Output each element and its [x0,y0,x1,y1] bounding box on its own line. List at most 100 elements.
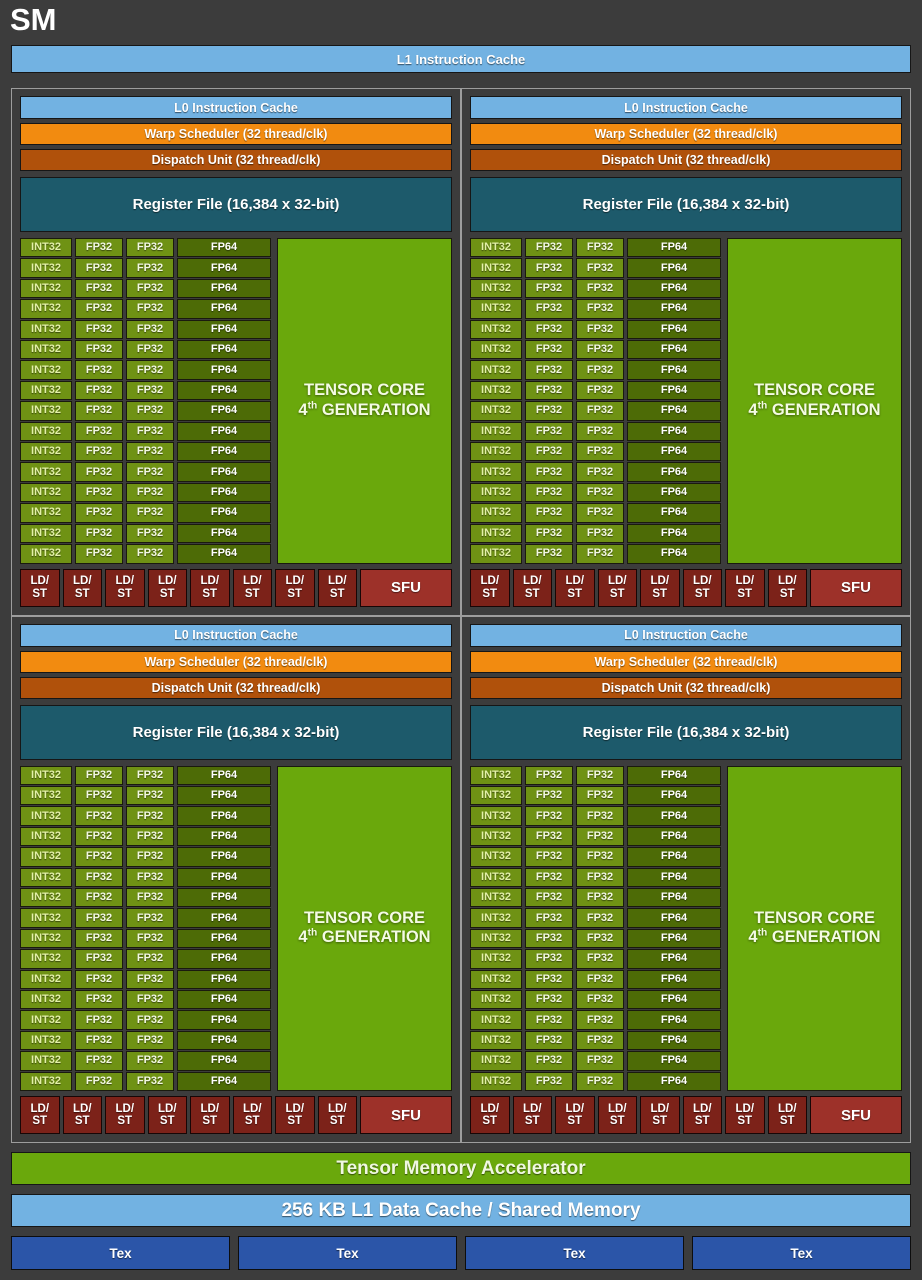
fp32-core: FP32 [126,969,174,989]
fp32-core: FP32 [126,867,174,887]
int32-core: INT32 [20,1010,72,1030]
fp64-core: FP64 [177,1051,271,1071]
fp32-core: FP32 [576,1071,624,1091]
int32-core: INT32 [20,258,72,278]
int32-core: INT32 [470,442,522,462]
fp32-core: FP32 [525,1010,573,1030]
tensor-core-line-2: 4th GENERATION [298,400,431,419]
fp64-core: FP64 [627,1071,721,1091]
fp64-core: FP64 [627,785,721,806]
fp64-core: FP64 [177,544,271,564]
fp32-core: FP32 [75,887,123,908]
load-store-unit: LD/ST [682,1096,722,1134]
fp64-core: FP64 [177,989,271,1010]
int32-core: INT32 [20,340,72,360]
fp64-core: FP64 [177,319,271,340]
fp64-core: FP64 [177,765,271,785]
fp32-core: FP32 [576,887,624,908]
fp32-core: FP32 [525,908,573,928]
fp32-core: FP32 [525,969,573,989]
fp64-core: FP64 [177,847,271,867]
int32-core: INT32 [20,401,72,421]
load-store-unit: LD/ST [62,1096,102,1134]
fp64-core-column: FP64 FP64 FP64 FP64 FP64 FP64 FP64 FP64 FP64 FP64… [627,238,721,564]
int32-core: INT32 [20,544,72,564]
fp64-core: FP64 [177,421,271,442]
fp32-core: FP32 [126,765,174,785]
int32-core: INT32 [20,908,72,928]
tensor-core-line-1: TENSOR CORE [303,908,425,927]
fp32-core: FP32 [576,928,624,949]
processing-block: L0 Instruction Cache Warp Scheduler (32 t… [461,615,911,1143]
fp64-core: FP64 [627,826,721,847]
int32-core: INT32 [470,380,522,401]
core-array: INT32 INT32 INT32 INT32 INT32 INT32 INT32 INT32… [470,765,902,1091]
processing-block: L0 Instruction Cache Warp Scheduler (32 t… [461,88,911,616]
fp32-core: FP32 [126,523,174,544]
int32-core: INT32 [470,928,522,949]
fp64-core: FP64 [177,523,271,544]
int32-core: INT32 [470,360,522,380]
load-store-unit: LD/ST [640,1096,680,1134]
fp32-core: FP32 [126,299,174,319]
fp64-core: FP64 [627,867,721,887]
fp32-core: FP32 [126,1051,174,1071]
fp64-core: FP64 [627,421,721,442]
fp32-core: FP32 [75,238,123,258]
fp32-core: FP32 [126,401,174,421]
int32-core: INT32 [470,523,522,544]
int32-core: INT32 [20,238,72,258]
fp64-core-column: FP64 FP64 FP64 FP64 FP64 FP64 FP64 FP64 FP64 FP64… [177,765,271,1091]
int32-core: INT32 [470,299,522,319]
load-store-unit: LD/ST [640,568,680,607]
fp32-core: FP32 [75,299,123,319]
tensor-core-block: TENSOR CORE 4th GENERATION [277,765,452,1091]
fp64-core: FP64 [627,928,721,949]
dispatch-unit-block: Dispatch Unit (32 thread/clk) [470,676,902,699]
fp32-core: FP32 [576,765,624,785]
fp64-core: FP64 [177,908,271,928]
fp64-core: FP64 [627,544,721,564]
fp64-core: FP64 [177,867,271,887]
int32-core: INT32 [20,421,72,442]
fp32-core: FP32 [576,238,624,258]
fp32-core: FP32 [525,503,573,523]
load-store-unit: LD/ST [317,568,357,607]
fp32-core: FP32 [576,826,624,847]
fp32-core: FP32 [75,340,123,360]
tensor-core-line-1: TENSOR CORE [303,381,425,400]
fp32-core: FP32 [75,806,123,826]
fp32-core: FP32 [126,949,174,969]
fp32-core: FP32 [525,544,573,564]
fp32-core: FP32 [126,340,174,360]
fp32-core: FP32 [525,1030,573,1051]
fp32-core: FP32 [525,847,573,867]
load-store-unit: LD/ST [767,1096,807,1134]
tensor-core-block: TENSOR CORE 4th GENERATION [727,765,902,1091]
fp64-core: FP64 [627,360,721,380]
fp32-core-column: FP32 FP32 FP32 FP32 FP32 FP32 FP32 FP32 FP32 FP32… [126,765,174,1091]
fp32-core-column: FP32 FP32 FP32 FP32 FP32 FP32 FP32 FP32 FP32 FP32… [576,238,624,564]
special-function-unit: SFU [360,1096,452,1134]
fp32-core: FP32 [576,503,624,523]
fp32-core: FP32 [576,806,624,826]
tensor-core-line-2: 4th GENERATION [748,400,881,419]
load-store-row: LD/ST LD/ST LD/ST LD/ST LD/ST LD/ST LD/ST LD/ST… [20,1096,452,1134]
int32-core: INT32 [470,1071,522,1091]
load-store-unit: LD/ST [105,1096,145,1134]
fp32-core: FP32 [75,258,123,278]
load-store-unit: LD/ST [232,1096,272,1134]
fp32-core: FP32 [75,544,123,564]
int32-core: INT32 [470,867,522,887]
load-store-unit: LD/ST [470,568,510,607]
warp-scheduler-block: Warp Scheduler (32 thread/clk) [20,650,452,673]
fp32-core-column: FP32 FP32 FP32 FP32 FP32 FP32 FP32 FP32 FP32 FP32… [525,238,573,564]
texture-unit: Tex [692,1236,911,1270]
fp32-core: FP32 [75,949,123,969]
int32-core: INT32 [20,442,72,462]
processing-block-grid: L0 Instruction Cache Warp Scheduler (32 t… [11,88,911,1143]
fp32-core: FP32 [576,442,624,462]
fp32-core: FP32 [75,482,123,503]
fp32-core: FP32 [576,258,624,278]
fp64-core: FP64 [177,258,271,278]
